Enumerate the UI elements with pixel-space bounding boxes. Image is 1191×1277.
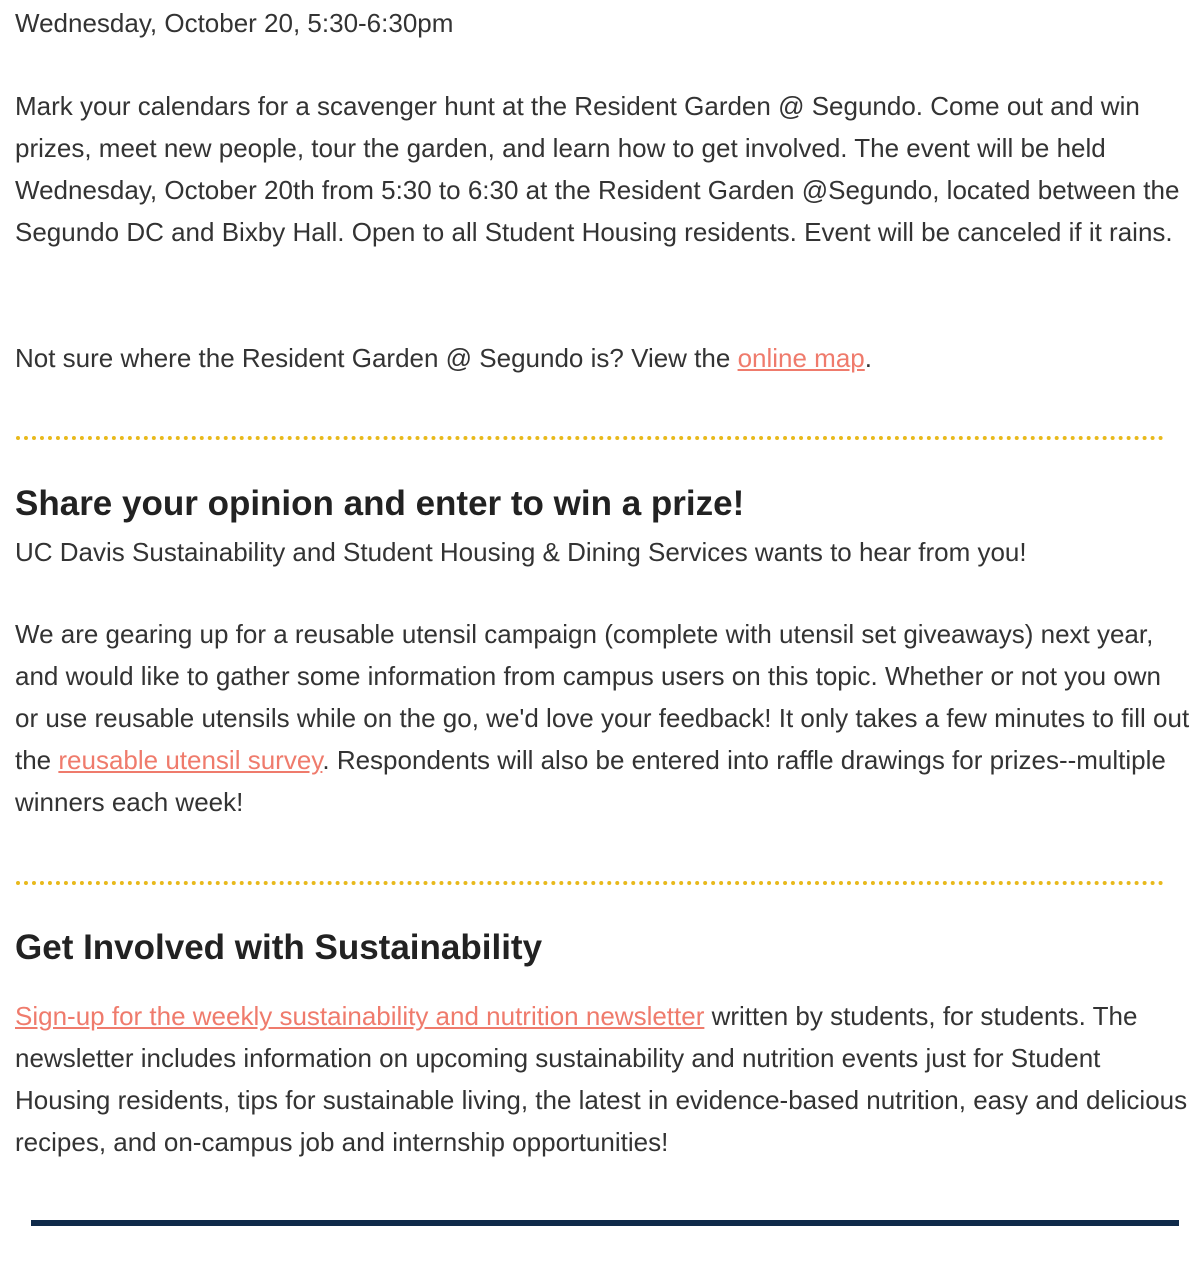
map-suffix-text: . (864, 343, 872, 373)
involved-body: Sign-up for the weekly sustainability an… (15, 995, 1191, 1163)
section-divider (16, 881, 1164, 885)
map-paragraph: Not sure where the Resident Garden @ Seg… (15, 337, 872, 379)
footer-divider-bar (31, 1220, 1179, 1226)
event-description: Mark your calendars for a scavenger hunt… (15, 91, 1180, 247)
online-map-link[interactable]: online map (738, 343, 865, 373)
event-date: Wednesday, October 20, 5:30-6:30pm (15, 8, 454, 38)
newsletter-signup-link[interactable]: Sign-up for the weekly sustainability an… (15, 1001, 704, 1031)
map-prefix-text: Not sure where the Resident Garden @ Seg… (15, 343, 738, 373)
survey-body: We are gearing up for a reusable utensil… (15, 613, 1191, 823)
survey-intro: UC Davis Sustainability and Student Hous… (15, 537, 1027, 567)
section-divider (16, 436, 1164, 440)
involved-heading: Get Involved with Sustainability (15, 928, 543, 967)
survey-heading: Share your opinion and enter to win a pr… (15, 484, 745, 523)
reusable-utensil-survey-link[interactable]: reusable utensil survey (58, 745, 322, 775)
